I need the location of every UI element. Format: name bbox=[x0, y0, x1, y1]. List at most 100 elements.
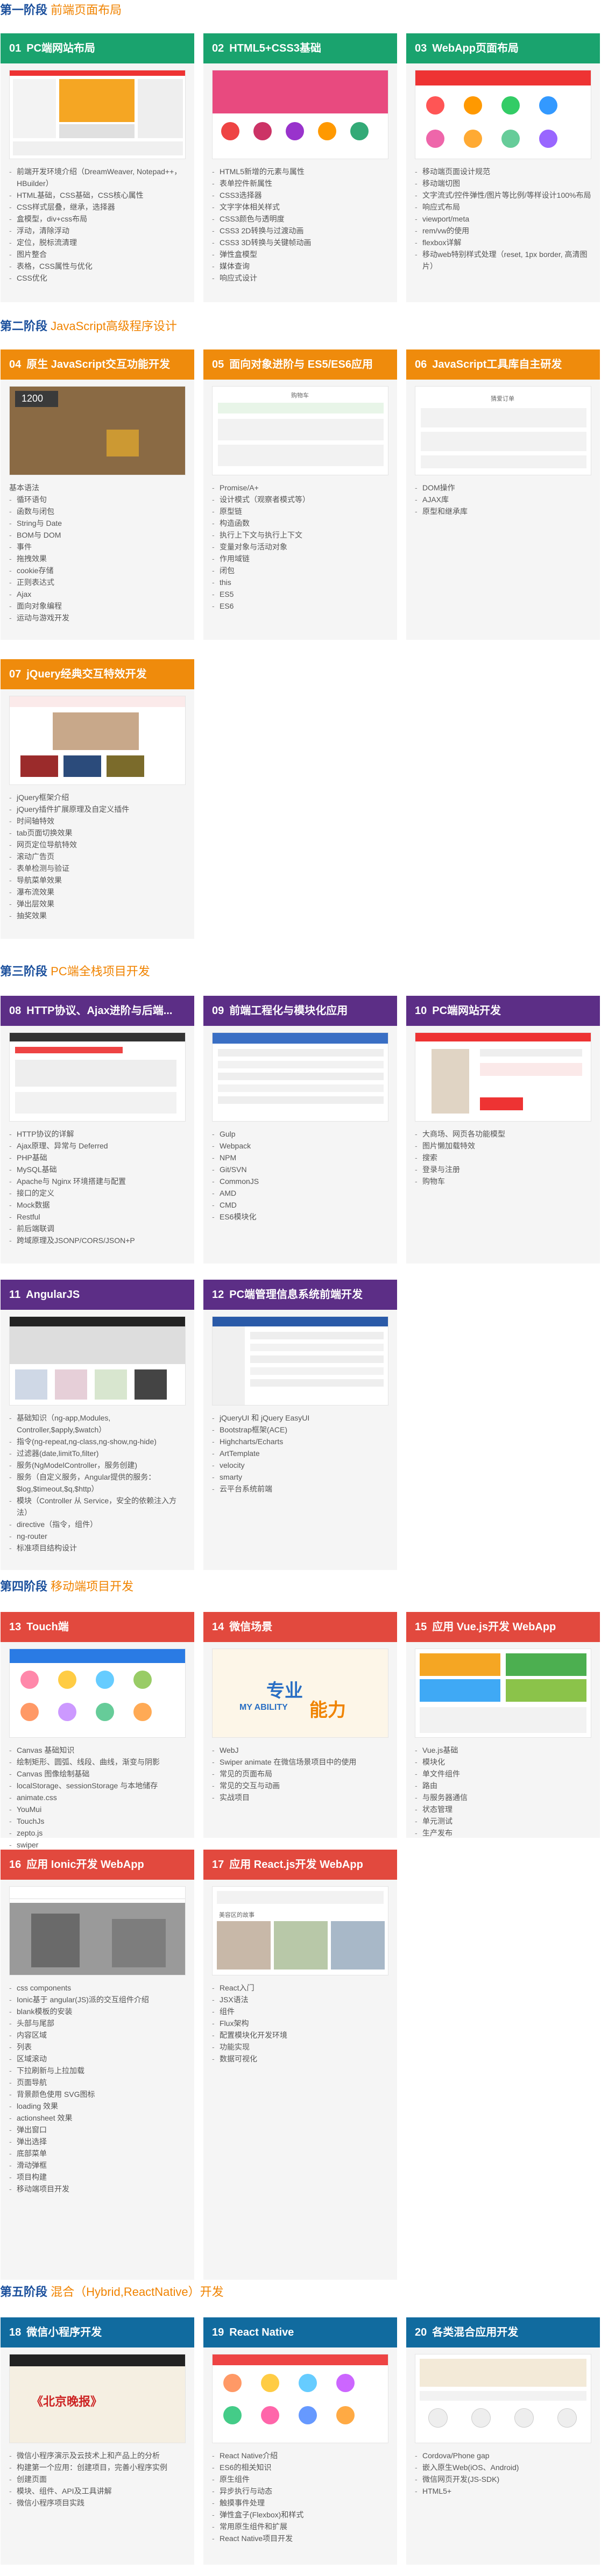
list-item: animate.css bbox=[9, 1792, 186, 1803]
list-item: actionsheet 效果 bbox=[9, 2112, 186, 2124]
list-item: localStorage、sessionStorage 与本地储存 bbox=[9, 1780, 186, 1792]
list-item: ES6模块化 bbox=[212, 1211, 388, 1223]
list-item: Swiper animate 在微信场景项目中的使用 bbox=[212, 1756, 388, 1768]
list-item: 闭包 bbox=[212, 565, 388, 576]
card-number: 16 bbox=[9, 1859, 22, 1871]
stage-5-title: 第五阶段 混合（Hybrid,ReactNative）开发 bbox=[0, 2283, 224, 2301]
list-item: 项目构建 bbox=[9, 2171, 186, 2183]
course-card-01: 01 PC端网站布局 前端开发环境介绍（DreamWeaver, Notepad+… bbox=[1, 33, 194, 302]
list-item: 头部与尾部 bbox=[9, 2017, 186, 2029]
list-item: React Native介绍 bbox=[212, 2450, 388, 2461]
card-title: 微信小程序开发 bbox=[26, 2327, 102, 2338]
card-header: 06 JavaScript工具库自主研发 bbox=[406, 349, 600, 380]
list-item: 弹出选择 bbox=[9, 2136, 186, 2147]
list-item: 模块（Controller 从 Service，安全的依赖注入方法） bbox=[9, 1495, 186, 1518]
card-title: PC端管理信息系统前端开发 bbox=[229, 1289, 363, 1301]
card-screenshot bbox=[212, 1032, 388, 1122]
list-item: 基本语法 bbox=[9, 483, 39, 492]
card-screenshot: 专业 能力 MY ABILITY bbox=[212, 1649, 388, 1738]
list-item: 前端开发环境介绍（DreamWeaver, Notepad++，HBuilder… bbox=[9, 166, 186, 189]
stage-subtitle: PC端全栈项目开发 bbox=[51, 965, 150, 978]
list-item: HTML5+ bbox=[415, 2485, 591, 2497]
list-item: zepto.js bbox=[9, 1827, 186, 1839]
course-card-18: 18 微信小程序开发 《北京晚报》 微信小程序演示及云技术上和产品上的分析 构建第… bbox=[1, 2317, 194, 2565]
list-item: 路由 bbox=[415, 1780, 591, 1792]
list-item: 微信小程序项目实践 bbox=[9, 2497, 186, 2509]
card-screenshot: 美容区的故事 bbox=[212, 1886, 388, 1975]
list-item: YouMui bbox=[9, 1803, 186, 1815]
course-card-20: 20 各类混合应用开发 Cordova/Phone gap 嵌入原生Web(iOS… bbox=[406, 2317, 600, 2565]
list-item: 常用原生组件和扩展 bbox=[212, 2521, 388, 2532]
list-item: Ajax原理、异常与 Deferred bbox=[9, 1140, 186, 1152]
card-screenshot bbox=[9, 1316, 186, 1405]
card-header: 17 应用 React.js开发 WebApp bbox=[203, 1850, 397, 1880]
list-item: 页面导航 bbox=[9, 2077, 186, 2088]
card-number: 17 bbox=[212, 1859, 224, 1871]
course-card-10: 10 PC端网站开发 大商场、网页各功能模型 图片懒加载特效 搜索 登录与注册 购… bbox=[406, 996, 600, 1264]
card-number: 09 bbox=[212, 1005, 224, 1017]
card-title: 面向对象进阶与 ES5/ES6应用 bbox=[229, 359, 373, 370]
list-item: Webpack bbox=[212, 1140, 388, 1152]
list-item: CommonJS bbox=[212, 1175, 388, 1187]
list-item: 响应式布局 bbox=[415, 201, 591, 213]
list-item: Mock数据 bbox=[9, 1199, 186, 1211]
course-card-08: 08 HTTP协议、Ajax进阶与后端... HTTP协议的详解 Ajax原理、异… bbox=[1, 996, 194, 1264]
topic-list: css components Ionic基于 angular(JS)派的交互组件… bbox=[1, 1982, 194, 2195]
card-title: PC端网站开发 bbox=[432, 1005, 501, 1017]
list-item: 常见的页面布局 bbox=[212, 1768, 388, 1780]
card-title: AngularJS bbox=[26, 1289, 80, 1301]
topic-list: Cordova/Phone gap 嵌入原生Web(iOS、Android) 微… bbox=[406, 2450, 600, 2497]
list-item: HTML5新增的元素与属性 bbox=[212, 166, 388, 177]
list-item: 文字字体相关样式 bbox=[212, 201, 388, 213]
stage-label: 第三阶段 bbox=[0, 965, 48, 978]
list-item: NPM bbox=[212, 1152, 388, 1164]
card-screenshot bbox=[415, 1032, 591, 1122]
list-item: 常见的交互与动画 bbox=[212, 1780, 388, 1792]
list-item: 弹性盒子(Flexbox)和样式 bbox=[212, 2509, 388, 2521]
course-card-05: 05 面向对象进阶与 ES5/ES6应用 购物车 Promise/A+ 设计模式（… bbox=[203, 349, 397, 640]
banner-title: 《北京晚报》 bbox=[31, 2395, 103, 2408]
feed-caption: 美容区的故事 bbox=[219, 1912, 254, 1918]
list-item: 图片懒加载特效 bbox=[415, 1140, 591, 1152]
list-item: 文字流式/控件弹性/图片等比例/等样设计100%布局 bbox=[415, 189, 591, 201]
list-item: 原生组件 bbox=[212, 2473, 388, 2485]
topic-list: 移动端页面设计规范 移动端切图 文字流式/控件弹性/图片等比例/等样设计100%… bbox=[406, 166, 600, 272]
course-card-07: 07 jQuery经典交互特效开发 jQuery框架介绍 jQuery插件扩展原理… bbox=[1, 659, 194, 939]
list-item: 事件 bbox=[9, 541, 186, 553]
list-item: 异步执行与动态 bbox=[212, 2485, 388, 2497]
list-item: 盒模型，div+css布局 bbox=[9, 213, 186, 225]
card-title: 应用 Ionic开发 WebApp bbox=[26, 1859, 144, 1871]
card-screenshot bbox=[9, 70, 186, 159]
list-item: 嵌入原生Web(iOS、Android) bbox=[415, 2461, 591, 2473]
card-header: 19 React Native bbox=[203, 2317, 397, 2347]
game-score: 1200 bbox=[22, 393, 44, 404]
list-item: 时间轴特效 bbox=[9, 815, 186, 827]
list-item: css components bbox=[9, 1982, 186, 1994]
card-number: 02 bbox=[212, 42, 224, 54]
card-number: 01 bbox=[9, 42, 22, 54]
card-header: 15 应用 Vue.js开发 WebApp bbox=[406, 1612, 600, 1642]
card-screenshot bbox=[212, 1316, 388, 1405]
list-item: 指令(ng-repeat,ng-class,ng-show,ng-hide) bbox=[9, 1436, 186, 1447]
list-item: TouchJs bbox=[9, 1815, 186, 1827]
list-item: velocity bbox=[212, 1459, 388, 1471]
list-item: 搜索 bbox=[415, 1152, 591, 1164]
card-number: 18 bbox=[9, 2327, 22, 2338]
list-item: viewport/meta bbox=[415, 213, 591, 225]
list-item: 拖拽效果 bbox=[9, 553, 186, 565]
list-item: 接口的定义 bbox=[9, 1187, 186, 1199]
list-item: cookie存储 bbox=[9, 565, 186, 576]
list-item: 标准项目结构设计 bbox=[9, 1542, 186, 1554]
list-item: 循环语句 bbox=[9, 494, 186, 505]
list-item: 原型链 bbox=[212, 505, 388, 517]
course-card-09: 09 前端工程化与模块化应用 Gulp Webpack NPM Git/SVN C… bbox=[203, 996, 397, 1264]
list-item: 模块、组件、API及工具讲解 bbox=[9, 2485, 186, 2497]
list-item: 绘制矩形、圆弧、线段、曲线，渐变与阴影 bbox=[9, 1756, 186, 1768]
card-screenshot bbox=[9, 1032, 186, 1122]
list-item: Canvas 基础知识 bbox=[9, 1744, 186, 1756]
topic-list: 大商场、网页各功能模型 图片懒加载特效 搜索 登录与注册 购物车 bbox=[406, 1128, 600, 1187]
list-item: 配置模块化开发环境 bbox=[212, 2029, 388, 2041]
list-item: ArtTemplate bbox=[212, 1447, 388, 1459]
course-card-13: 13 Touch端 Canvas 基础知识 绘制矩形、圆弧、线段、曲线，渐变与阴影… bbox=[1, 1612, 194, 1863]
course-card-04: 04 原生 JavaScript交互功能开发 1200 基本语法 循环语句 函数与… bbox=[1, 349, 194, 640]
